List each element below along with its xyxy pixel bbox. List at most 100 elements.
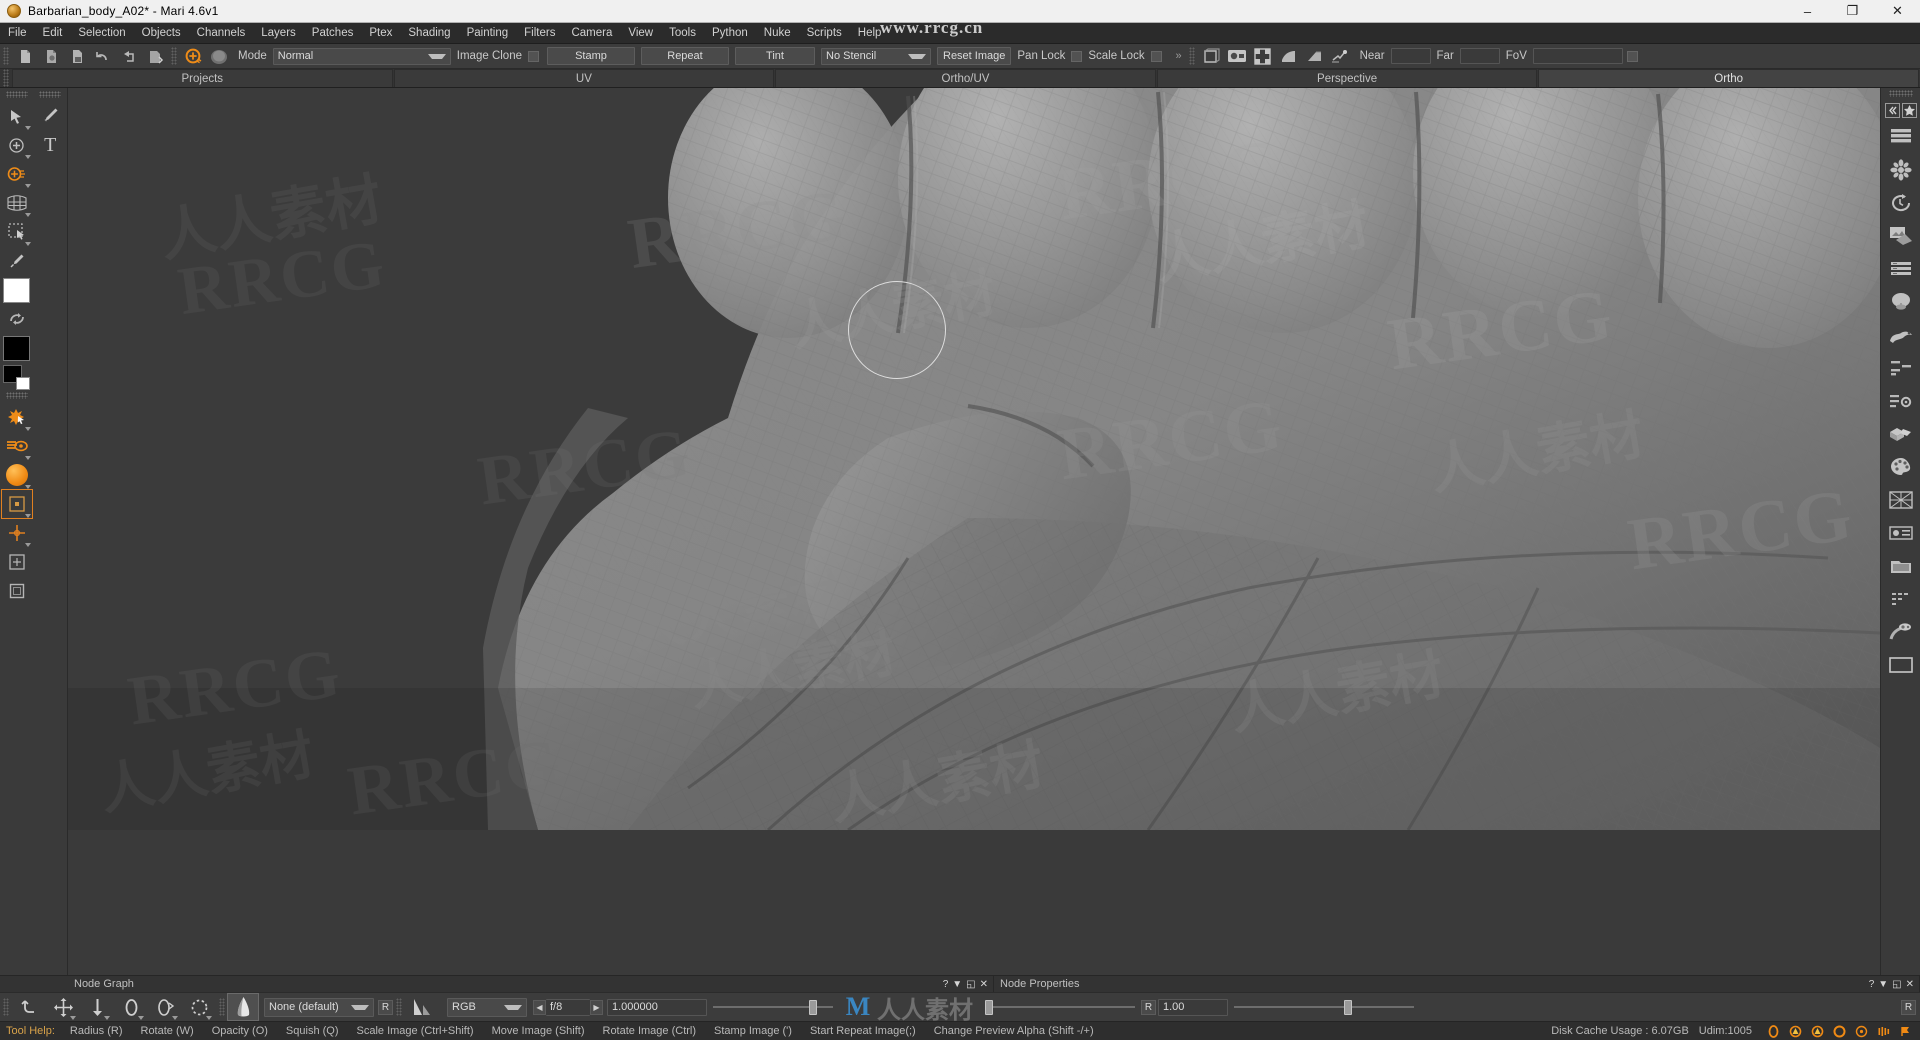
fov-lock-checkbox[interactable] — [1626, 50, 1638, 62]
close-button[interactable]: ✕ — [1875, 0, 1920, 22]
menu-camera[interactable]: Camera — [563, 23, 620, 43]
near-field[interactable] — [1390, 48, 1431, 64]
tint-button[interactable]: Tint — [735, 47, 815, 65]
uv-grid-icon[interactable] — [1250, 45, 1276, 67]
far-field[interactable] — [1459, 48, 1500, 64]
chevron-down-icon[interactable] — [24, 155, 31, 159]
chevron-double-right-icon[interactable]: » — [1172, 45, 1186, 67]
perspective-camera-icon[interactable] — [1198, 45, 1224, 67]
chevron-down-icon[interactable] — [24, 427, 31, 431]
background-color-swatch[interactable] — [2, 334, 32, 362]
open-project-icon[interactable] — [38, 45, 64, 67]
redo-icon[interactable] — [116, 45, 142, 67]
chevron-down-icon[interactable] — [172, 1016, 178, 1020]
clone-stamp-tool[interactable] — [2, 519, 32, 547]
transform-tool[interactable] — [0, 489, 33, 519]
menu-filters[interactable]: Filters — [516, 23, 563, 43]
toolbar-grip-2[interactable] — [171, 47, 177, 65]
warning-b-icon[interactable] — [1806, 1023, 1828, 1040]
blur-tool[interactable] — [2, 548, 32, 576]
help-button[interactable]: ? — [942, 979, 950, 990]
float-panel-button[interactable]: ◱ — [1891, 979, 1902, 990]
right-palette-grip[interactable] — [1888, 90, 1913, 97]
tab-perspective[interactable]: Perspective — [1156, 69, 1538, 87]
default-colors-button[interactable] — [2, 363, 32, 391]
undo-curve-icon[interactable] — [12, 994, 46, 1020]
fov-field[interactable] — [1532, 48, 1623, 64]
opacity-slider-left[interactable] — [985, 999, 1135, 1015]
menu-painting[interactable]: Painting — [459, 23, 517, 43]
chevron-down-icon[interactable] — [24, 242, 31, 246]
brush-tip-icon[interactable] — [227, 993, 259, 1021]
python-snake-icon[interactable] — [1884, 319, 1918, 351]
tabbar-grip[interactable] — [3, 69, 9, 87]
left-toolbox-grip-a[interactable] — [5, 91, 28, 98]
close-panel-button[interactable]: ✕ — [979, 979, 989, 990]
menu-edit[interactable]: Edit — [35, 23, 71, 43]
color-picker-tool[interactable] — [2, 247, 32, 275]
left-toolbox-grip-c[interactable] — [39, 91, 62, 98]
channel-combo[interactable]: RGB — [447, 997, 527, 1017]
undo-icon[interactable] — [90, 45, 116, 67]
menu-patches[interactable]: Patches — [304, 23, 362, 43]
bottombar-grip[interactable] — [3, 998, 9, 1016]
image-manager-icon[interactable] — [1884, 220, 1918, 252]
menu-objects[interactable]: Objects — [134, 23, 189, 43]
reset-image-button[interactable]: Reset Image — [937, 47, 1012, 65]
tab-projects[interactable]: Projects — [12, 69, 393, 87]
aperture-next-button[interactable]: ▶ — [590, 999, 603, 1015]
brush-preview-icon[interactable] — [206, 45, 232, 67]
minimize-button[interactable]: – — [1785, 0, 1830, 22]
paint-select-tool[interactable] — [2, 403, 32, 431]
collapse-palette-button[interactable] — [1884, 100, 1918, 120]
menu-view[interactable]: View — [620, 23, 661, 43]
panel-menu-button[interactable]: ▼ — [951, 979, 963, 990]
tab-uv[interactable]: UV — [393, 69, 775, 87]
chevron-down-icon[interactable] — [70, 1016, 76, 1020]
shading-sphere-icon[interactable] — [1276, 45, 1302, 67]
menu-ptex[interactable]: Ptex — [361, 23, 400, 43]
toolbar-grip-3[interactable] — [1188, 47, 1195, 65]
foreground-color-swatch[interactable] — [2, 276, 32, 304]
tab-ortho-uv[interactable]: Ortho/UV — [775, 69, 1156, 87]
menu-python[interactable]: Python — [704, 23, 756, 43]
color-dot-tool[interactable] — [2, 461, 32, 489]
rotate-ring-icon[interactable] — [114, 994, 148, 1020]
chevron-down-icon[interactable] — [138, 1016, 144, 1020]
float-panel-button[interactable]: ◱ — [965, 979, 976, 990]
mode-combo[interactable]: Normal — [272, 47, 451, 65]
select-arrow-tool[interactable] — [2, 102, 32, 130]
brush-preset-reset-button[interactable]: R — [378, 999, 393, 1015]
falloff-curve-icon[interactable] — [405, 994, 439, 1020]
artist-palette-icon[interactable] — [1884, 451, 1918, 483]
warning-a-icon[interactable] — [1784, 1023, 1806, 1040]
chevron-down-icon[interactable] — [24, 485, 31, 489]
menu-selection[interactable]: Selection — [70, 23, 133, 43]
orange-circle-icon[interactable] — [1828, 1023, 1850, 1040]
pan-lock-checkbox[interactable] — [1071, 50, 1083, 62]
node-list-icon[interactable] — [1884, 583, 1918, 615]
stencil-combo[interactable]: No Stencil — [821, 47, 931, 65]
opacity-reset-button[interactable]: R — [1141, 999, 1156, 1015]
paint-brush-tool[interactable] — [2, 160, 32, 188]
turntable-icon[interactable] — [1328, 45, 1354, 67]
dashed-ring-icon[interactable] — [182, 994, 216, 1020]
history-clock-icon[interactable] — [1884, 187, 1918, 219]
scale-ring-icon[interactable] — [148, 994, 182, 1020]
menu-shading[interactable]: Shading — [400, 23, 458, 43]
menu-tools[interactable]: Tools — [661, 23, 704, 43]
chevron-down-icon[interactable] — [206, 1016, 212, 1020]
swap-colors-button[interactable] — [2, 305, 32, 333]
paintbrush-icon[interactable] — [35, 102, 65, 130]
menu-help[interactable]: Help — [850, 23, 890, 43]
menu-scripts[interactable]: Scripts — [799, 23, 850, 43]
opacity-slider-right[interactable] — [1234, 999, 1414, 1015]
marquee-select-tool[interactable] — [2, 218, 32, 246]
menu-file[interactable]: File — [0, 23, 35, 43]
stamp-button[interactable]: Stamp — [547, 47, 635, 65]
channels-list-icon[interactable] — [1884, 253, 1918, 285]
orange-dot-icon[interactable] — [1850, 1023, 1872, 1040]
import-icon[interactable] — [142, 45, 168, 67]
orange-flag-icon[interactable] — [1894, 1023, 1916, 1040]
warp-grid-tool[interactable] — [2, 189, 32, 217]
